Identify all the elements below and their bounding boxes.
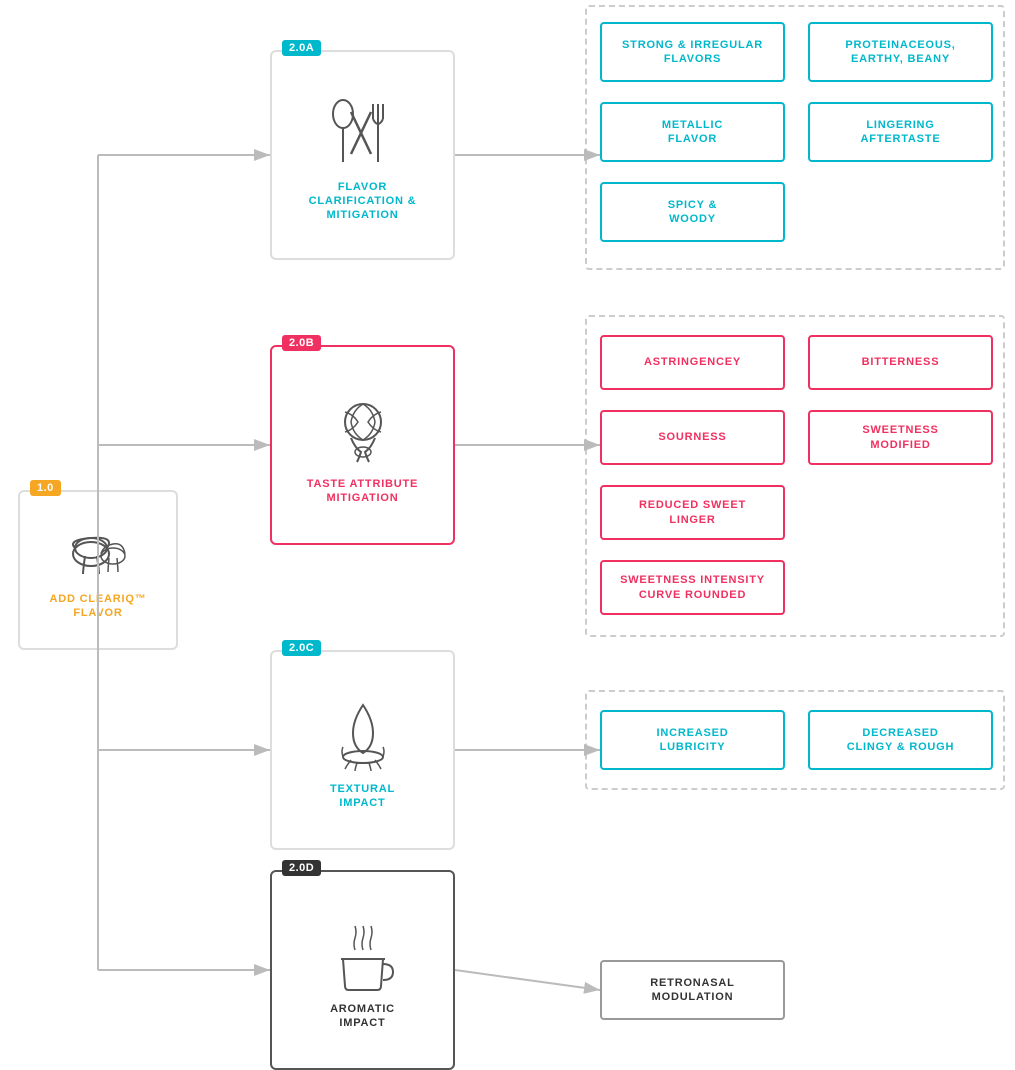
outcome-sweetness-modified: SWEETNESSMODIFIED	[808, 410, 993, 465]
badge-2b: 2.0B	[282, 335, 321, 351]
label-2c: TEXTURALIMPACT	[330, 782, 395, 811]
outcome-decreased-clingy: DECREASEDCLINGY & ROUGH	[808, 710, 993, 770]
icon-flavor	[323, 92, 403, 172]
badge-2d: 2.0D	[282, 860, 321, 876]
outcome-metallic: METALLICFLAVOR	[600, 102, 785, 162]
icon-taste	[323, 389, 403, 469]
badge-main: 1.0	[30, 480, 61, 496]
label-2b: TASTE ATTRIBUTEMITIGATION	[307, 477, 418, 506]
node-main: 1.0 ADD CLEARIQ™FLAVOR	[18, 490, 178, 650]
diagram: 1.0 ADD CLEARIQ™FLAVOR	[0, 0, 1015, 1069]
label-main: ADD CLEARIQ™FLAVOR	[50, 592, 147, 621]
icon-texture	[323, 694, 403, 774]
label-2d: AROMATICIMPACT	[330, 1002, 395, 1031]
outcome-sweetness-curve: SWEETNESS INTENSITYCURVE ROUNDED	[600, 560, 785, 615]
outcome-spicy-woody: SPICY &WOODY	[600, 182, 785, 242]
outcome-proteinaceous: PROTEINACEOUS,EARTHY, BEANY	[808, 22, 993, 82]
node-2b: 2.0B TASTE ATTRIBUTEMITIGATION	[270, 345, 455, 545]
node-2d: 2.0D AROMATICIMPACT	[270, 870, 455, 1070]
badge-2c: 2.0C	[282, 640, 321, 656]
outcome-sourness: SOURNESS	[600, 410, 785, 465]
icon-aroma	[323, 914, 403, 994]
label-2a: FLAVORCLARIFICATION &MITIGATION	[309, 180, 417, 223]
outcome-bitterness: BITTERNESS	[808, 335, 993, 390]
outcome-increased-lub: INCREASEDLUBRICITY	[600, 710, 785, 770]
node-2a: 2.0A FLAVORCLARIFIC	[270, 50, 455, 260]
outcome-retronasal: RETRONASALMODULATION	[600, 960, 785, 1020]
node-2c: 2.0C TEXTURALIMPACT	[270, 650, 455, 850]
outcome-reduced-sweet: REDUCED SWEETLINGER	[600, 485, 785, 540]
outcome-lingering: LINGERINGAFTERTASTE	[808, 102, 993, 162]
badge-2a: 2.0A	[282, 40, 321, 56]
outcome-astringency: ASTRINGENCEY	[600, 335, 785, 390]
icon-cleariq	[63, 524, 133, 584]
outcome-strong-irregular: STRONG & IRREGULARFLAVORS	[600, 22, 785, 82]
